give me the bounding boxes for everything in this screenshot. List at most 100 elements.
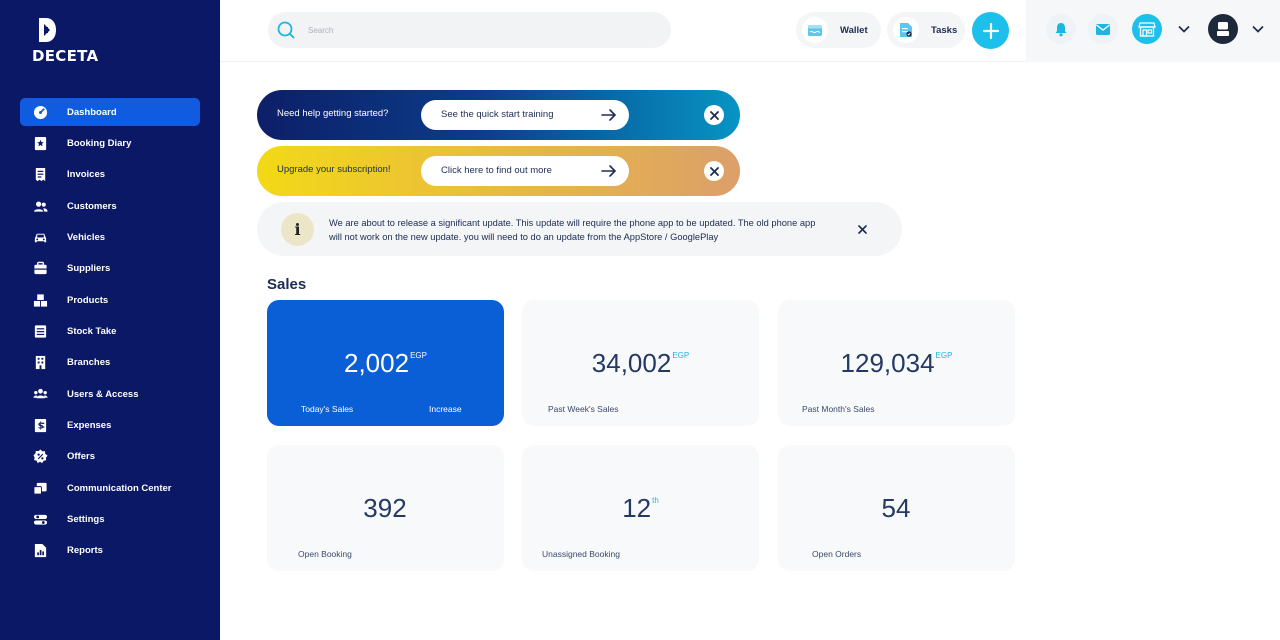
chevron-down-icon <box>1252 25 1264 33</box>
sidebar-item-label: Branches <box>67 357 111 369</box>
store-dropdown-button[interactable] <box>1173 18 1195 40</box>
brand-logo[interactable]: DECETA <box>32 16 102 66</box>
add-button[interactable] <box>972 12 1009 49</box>
sidebar-item-stock-take[interactable]: Stock Take <box>20 317 200 345</box>
stat-value: 12th <box>522 493 759 524</box>
store-icon <box>1138 22 1156 37</box>
messages-button[interactable] <box>1088 14 1118 44</box>
search-bar[interactable] <box>268 12 671 48</box>
notice-close-button[interactable] <box>853 220 871 238</box>
sidebar-item-settings[interactable]: Settings <box>20 505 200 533</box>
stat-number: 392 <box>363 493 407 523</box>
wallet-icon <box>802 17 828 43</box>
sidebar-item-label: Dashboard <box>67 106 117 118</box>
sidebar-item-label: Invoices <box>67 169 106 181</box>
close-icon <box>857 224 867 234</box>
help-banner-close-button[interactable] <box>704 105 724 125</box>
tasks-label: Tasks <box>931 24 958 36</box>
brand-name: DECETA <box>32 47 99 65</box>
plus-icon <box>982 22 999 39</box>
stat-number: 2,002 <box>344 348 410 378</box>
sidebar-item-branches[interactable]: Branches <box>20 349 200 377</box>
stat-number: 129,034 <box>840 348 935 378</box>
profile-dropdown-button[interactable] <box>1247 18 1269 40</box>
sidebar-item-label: Offers <box>67 451 95 463</box>
sidebar-item-dashboard[interactable]: Dashboard <box>20 98 200 126</box>
users-icon <box>32 386 48 402</box>
sidebar-item-customers[interactable]: Customers <box>20 192 200 220</box>
car-icon <box>32 229 48 245</box>
stat-unit: EGP <box>935 351 953 360</box>
sidebar-item-label: Users & Access <box>67 388 139 400</box>
sidebar-item-expenses[interactable]: $ Expenses <box>20 411 200 439</box>
past-month-sales-card[interactable]: 129,034EGP Past Month's Sales <box>778 300 1015 426</box>
stat-value: 129,034EGP <box>778 348 1015 379</box>
stat-trend-label: Increase <box>429 404 462 414</box>
booking-icon <box>32 135 48 151</box>
sidebar-item-users-access[interactable]: Users & Access <box>20 380 200 408</box>
todays-sales-card[interactable]: 2,002EGP Today's Sales Increase <box>267 300 504 426</box>
upgrade-banner-close-button[interactable] <box>704 161 724 181</box>
chevron-down-icon <box>1178 25 1190 33</box>
sidebar-item-suppliers[interactable]: Suppliers <box>20 255 200 283</box>
find-out-more-button[interactable]: Click here to find out more <box>421 156 629 186</box>
stat-value: 54 <box>778 493 1015 524</box>
open-orders-card[interactable]: 54 Open Orders <box>778 445 1015 571</box>
customers-icon <box>32 198 48 214</box>
stat-number: 54 <box>881 493 911 523</box>
offers-icon <box>32 449 48 465</box>
help-banner-text: Need help getting started? <box>277 108 389 119</box>
arrow-right-icon <box>601 165 617 177</box>
svg-text:$: $ <box>37 420 43 430</box>
sidebar-item-reports[interactable]: Reports <box>20 537 200 565</box>
sidebar-item-label: Communication Center <box>67 482 172 494</box>
sidebar-item-label: Stock Take <box>67 325 117 337</box>
user-avatar-icon <box>1217 22 1229 36</box>
sidebar-item-communication-center[interactable]: Communication Center <box>20 474 200 502</box>
sales-section-title: Sales <box>267 276 307 293</box>
unassigned-booking-card[interactable]: 12th Unassigned Booking <box>522 445 759 571</box>
stat-number: 34,002 <box>591 348 672 378</box>
sidebar-item-vehicles[interactable]: Vehicles <box>20 223 200 251</box>
notifications-button[interactable] <box>1046 14 1076 44</box>
find-out-more-label: Click here to find out more <box>441 165 552 176</box>
sidebar-item-label: Products <box>67 294 109 306</box>
stat-unit: th <box>652 496 659 505</box>
stat-label: Past Month's Sales <box>802 404 875 414</box>
reports-icon <box>32 543 48 559</box>
stat-value: 392 <box>267 493 504 524</box>
stock-icon <box>32 323 48 339</box>
sidebar-item-label: Booking Diary <box>67 137 132 149</box>
communication-icon <box>32 480 48 496</box>
store-button[interactable] <box>1132 14 1162 44</box>
search-input[interactable] <box>308 20 648 40</box>
sidebar-item-offers[interactable]: Offers <box>20 443 200 471</box>
tasks-icon <box>893 17 919 43</box>
sidebar-item-products[interactable]: Products <box>20 286 200 314</box>
sidebar-item-label: Suppliers <box>67 263 111 275</box>
stat-label: Past Week's Sales <box>548 404 619 414</box>
bell-icon <box>1055 22 1067 36</box>
avatar[interactable] <box>1208 14 1238 44</box>
tasks-button[interactable]: Tasks <box>887 12 965 48</box>
close-icon <box>709 166 719 176</box>
stat-label: Unassigned Booking <box>542 549 620 559</box>
update-notice-text: We are about to release a significant up… <box>329 218 816 242</box>
stat-label: Open Booking <box>298 549 352 559</box>
stat-value: 2,002EGP <box>267 348 504 379</box>
wallet-button[interactable]: Wallet <box>796 12 881 48</box>
upgrade-banner: Upgrade your subscription! Click here to… <box>257 146 740 196</box>
past-week-sales-card[interactable]: 34,002EGP Past Week's Sales <box>522 300 759 426</box>
arrow-right-icon <box>601 109 617 121</box>
stat-unit: EGP <box>672 351 690 360</box>
sidebar-item-invoices[interactable]: Invoices <box>20 161 200 189</box>
sidebar-item-label: Reports <box>67 545 103 557</box>
sidebar-item-booking-diary[interactable]: Booking Diary <box>20 129 200 157</box>
logo-icon <box>39 18 56 42</box>
update-notice: i We are about to release a significant … <box>257 202 902 256</box>
open-booking-card[interactable]: 392 Open Booking <box>267 445 504 571</box>
quick-start-training-label: See the quick start training <box>441 109 554 120</box>
quick-start-training-button[interactable]: See the quick start training <box>421 100 629 130</box>
upgrade-banner-text: Upgrade your subscription! <box>277 164 391 175</box>
sidebar-item-label: Settings <box>67 513 105 525</box>
